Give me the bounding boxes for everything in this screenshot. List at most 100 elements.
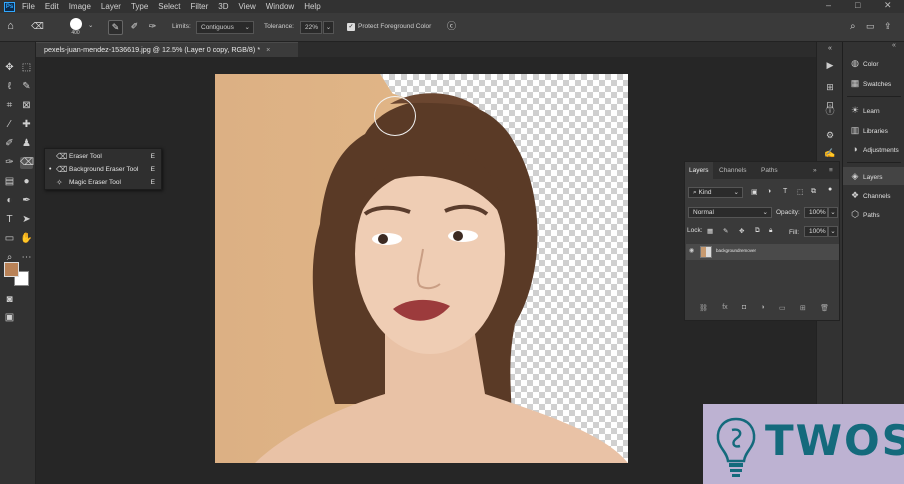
dock-item-color[interactable]: ◍ Color xyxy=(843,54,904,72)
screen-mode-icon[interactable]: ▣ xyxy=(3,312,16,324)
opacity-chevron-icon[interactable]: ⌄ xyxy=(828,207,838,218)
lasso-tool-icon[interactable]: ℓ xyxy=(3,81,16,93)
fill-input[interactable]: 100% xyxy=(804,226,828,237)
brush-dropdown-chevron-icon[interactable]: ⌄ xyxy=(88,21,93,29)
filter-adjustment-icon[interactable]: ◑ xyxy=(767,188,771,195)
menu-file[interactable]: File xyxy=(22,2,35,11)
menu-image[interactable]: Image xyxy=(69,2,91,11)
menu-type[interactable]: Type xyxy=(131,2,148,11)
tab-paths[interactable]: Paths xyxy=(757,162,782,179)
gradient-tool-icon[interactable]: ▤ xyxy=(3,176,16,188)
close-window-button[interactable]: ✕ xyxy=(884,0,892,11)
minimize-button[interactable]: – xyxy=(826,0,831,10)
filter-type-icon[interactable]: T xyxy=(783,188,787,195)
pen-tool-icon[interactable]: ✒ xyxy=(20,195,33,207)
close-tab-icon[interactable]: × xyxy=(266,45,270,54)
flyout-item-magic-eraser-tool[interactable]: ✧ Magic Eraser Tool E xyxy=(45,176,161,189)
eyedropper-tool-icon[interactable]: ⁄ xyxy=(3,119,16,131)
dock-item-channels[interactable]: ❖ Channels xyxy=(843,186,904,204)
document-tab[interactable]: pexels-juan-mendez-1536619.jpg @ 12.5% (… xyxy=(36,42,298,57)
workspace-icon[interactable]: ▭ xyxy=(866,21,875,32)
flyout-item-eraser-tool[interactable]: ⌫ Eraser Tool E xyxy=(45,150,161,163)
tolerance-input[interactable]: 22% xyxy=(300,21,322,34)
hand-tool-icon[interactable]: ✋ xyxy=(20,233,33,245)
adjustment-layer-icon[interactable]: ◑ xyxy=(760,304,764,314)
collapse-chevron-icon[interactable]: « xyxy=(822,42,838,56)
pressure-size-icon[interactable]: ⓒ xyxy=(444,20,459,35)
share-icon[interactable]: ⇪ xyxy=(884,21,892,32)
dock-item-learn[interactable]: ☀ Learn xyxy=(843,101,904,119)
brush-tool-icon[interactable]: ✐ xyxy=(3,138,16,150)
menu-view[interactable]: View xyxy=(239,2,256,11)
eraser-preset-icon[interactable]: ⌫ xyxy=(30,20,45,35)
new-layer-icon[interactable]: ⊞ xyxy=(800,304,806,314)
foreground-color-swatch-front[interactable] xyxy=(4,262,19,277)
filter-kind-select[interactable]: ⌕ Kind ⌄ xyxy=(688,187,743,198)
path-select-tool-icon[interactable]: ➤ xyxy=(20,214,33,226)
info-icon[interactable]: ⓘ xyxy=(822,104,838,118)
brush-settings-icon[interactable]: ✍ xyxy=(822,146,838,160)
menu-3d[interactable]: 3D xyxy=(218,2,228,11)
adjust-brush-icon[interactable]: ⚙ xyxy=(822,128,838,142)
layer-row[interactable]: ◉ backgroundremover xyxy=(686,244,839,260)
menu-window[interactable]: Window xyxy=(266,2,294,11)
lock-all-icon[interactable]: 🔒︎ xyxy=(769,227,772,235)
filter-shape-icon[interactable]: ⬚ xyxy=(797,188,804,196)
frame-tool-icon[interactable]: ⊠ xyxy=(20,100,33,112)
move-tool-icon[interactable]: ✥ xyxy=(3,62,16,74)
new-group-icon[interactable]: ▭ xyxy=(779,304,786,314)
home-icon[interactable]: ⌂ xyxy=(3,20,18,35)
filter-toggle-icon[interactable]: ● xyxy=(828,186,832,193)
maximize-button[interactable]: □ xyxy=(855,0,860,10)
crop-tool-icon[interactable]: ⌗ xyxy=(3,100,16,112)
lock-image-icon[interactable]: ✎ xyxy=(723,227,728,235)
blur-tool-icon[interactable]: ● xyxy=(20,176,33,188)
dock-item-libraries[interactable]: ▥ Libraries xyxy=(843,121,904,139)
history-icon[interactable]: ⊞ xyxy=(822,80,838,94)
protect-foreground-checkbox[interactable]: ✓ xyxy=(347,23,355,31)
search-icon[interactable]: ⌕ xyxy=(850,21,856,32)
layer-style-icon[interactable]: fx xyxy=(722,304,727,314)
menu-select[interactable]: Select xyxy=(158,2,180,11)
menu-edit[interactable]: Edit xyxy=(45,2,59,11)
history-brush-tool-icon[interactable]: ✑ xyxy=(3,157,16,169)
quick-mask-icon[interactable]: ◙ xyxy=(3,294,16,306)
dock-item-paths[interactable]: ⬡ Paths xyxy=(843,205,904,223)
document-canvas[interactable] xyxy=(215,74,628,463)
visibility-eye-icon[interactable]: ◉ xyxy=(689,247,694,254)
quick-select-tool-icon[interactable]: ✎ xyxy=(20,81,33,93)
filter-smart-object-icon[interactable]: ⧉ xyxy=(811,188,816,196)
dock-item-swatches[interactable]: ▦ Swatches xyxy=(843,74,904,92)
menu-layer[interactable]: Layer xyxy=(101,2,121,11)
type-tool-icon[interactable]: T xyxy=(3,214,16,226)
rectangle-tool-icon[interactable]: ▭ xyxy=(3,233,16,245)
blend-mode-select[interactable]: Normal ⌄ xyxy=(688,207,772,218)
lock-transparent-icon[interactable]: ▦ xyxy=(707,227,713,235)
limits-select[interactable]: Contiguous ⌄ xyxy=(196,21,254,34)
lock-artboard-icon[interactable]: ⧉ xyxy=(755,227,760,235)
link-layers-icon[interactable]: ⛓ xyxy=(699,304,708,314)
dock-item-layers[interactable]: ◈ Layers xyxy=(843,167,904,185)
expand-panel-icon[interactable]: » xyxy=(809,162,821,179)
marquee-tool-icon[interactable]: ⬚ xyxy=(20,62,33,74)
sampling-once-icon[interactable]: ✐ xyxy=(127,20,142,35)
menu-filter[interactable]: Filter xyxy=(191,2,209,11)
tab-channels[interactable]: Channels xyxy=(715,162,750,179)
menu-help[interactable]: Help xyxy=(304,2,320,11)
dodge-tool-icon[interactable]: ◐ xyxy=(3,195,16,207)
eraser-tool-icon[interactable]: ⌫ xyxy=(20,157,34,169)
sampling-continuous-icon[interactable]: ✎ xyxy=(108,20,123,35)
stamp-tool-icon[interactable]: ♟ xyxy=(20,138,33,150)
flyout-item-background-eraser-tool[interactable]: • ⌫ Background Eraser Tool E xyxy=(45,163,161,176)
opacity-input[interactable]: 100% xyxy=(804,207,828,218)
more-tools-icon[interactable]: ⋯ xyxy=(20,252,33,264)
panel-menu-icon[interactable]: ≡ xyxy=(825,162,837,179)
fill-chevron-icon[interactable]: ⌄ xyxy=(828,226,838,237)
tolerance-chevron-icon[interactable]: ⌄ xyxy=(323,21,334,34)
add-mask-icon[interactable]: ◘ xyxy=(742,304,746,314)
tab-layers[interactable]: Layers xyxy=(685,162,713,179)
dock-item-adjustments[interactable]: ◑ Adjustments xyxy=(843,140,904,158)
collapse-panels-icon[interactable]: « xyxy=(892,42,896,49)
lock-position-icon[interactable]: ✥ xyxy=(739,227,744,235)
play-action-icon[interactable]: ▶ xyxy=(822,58,838,72)
